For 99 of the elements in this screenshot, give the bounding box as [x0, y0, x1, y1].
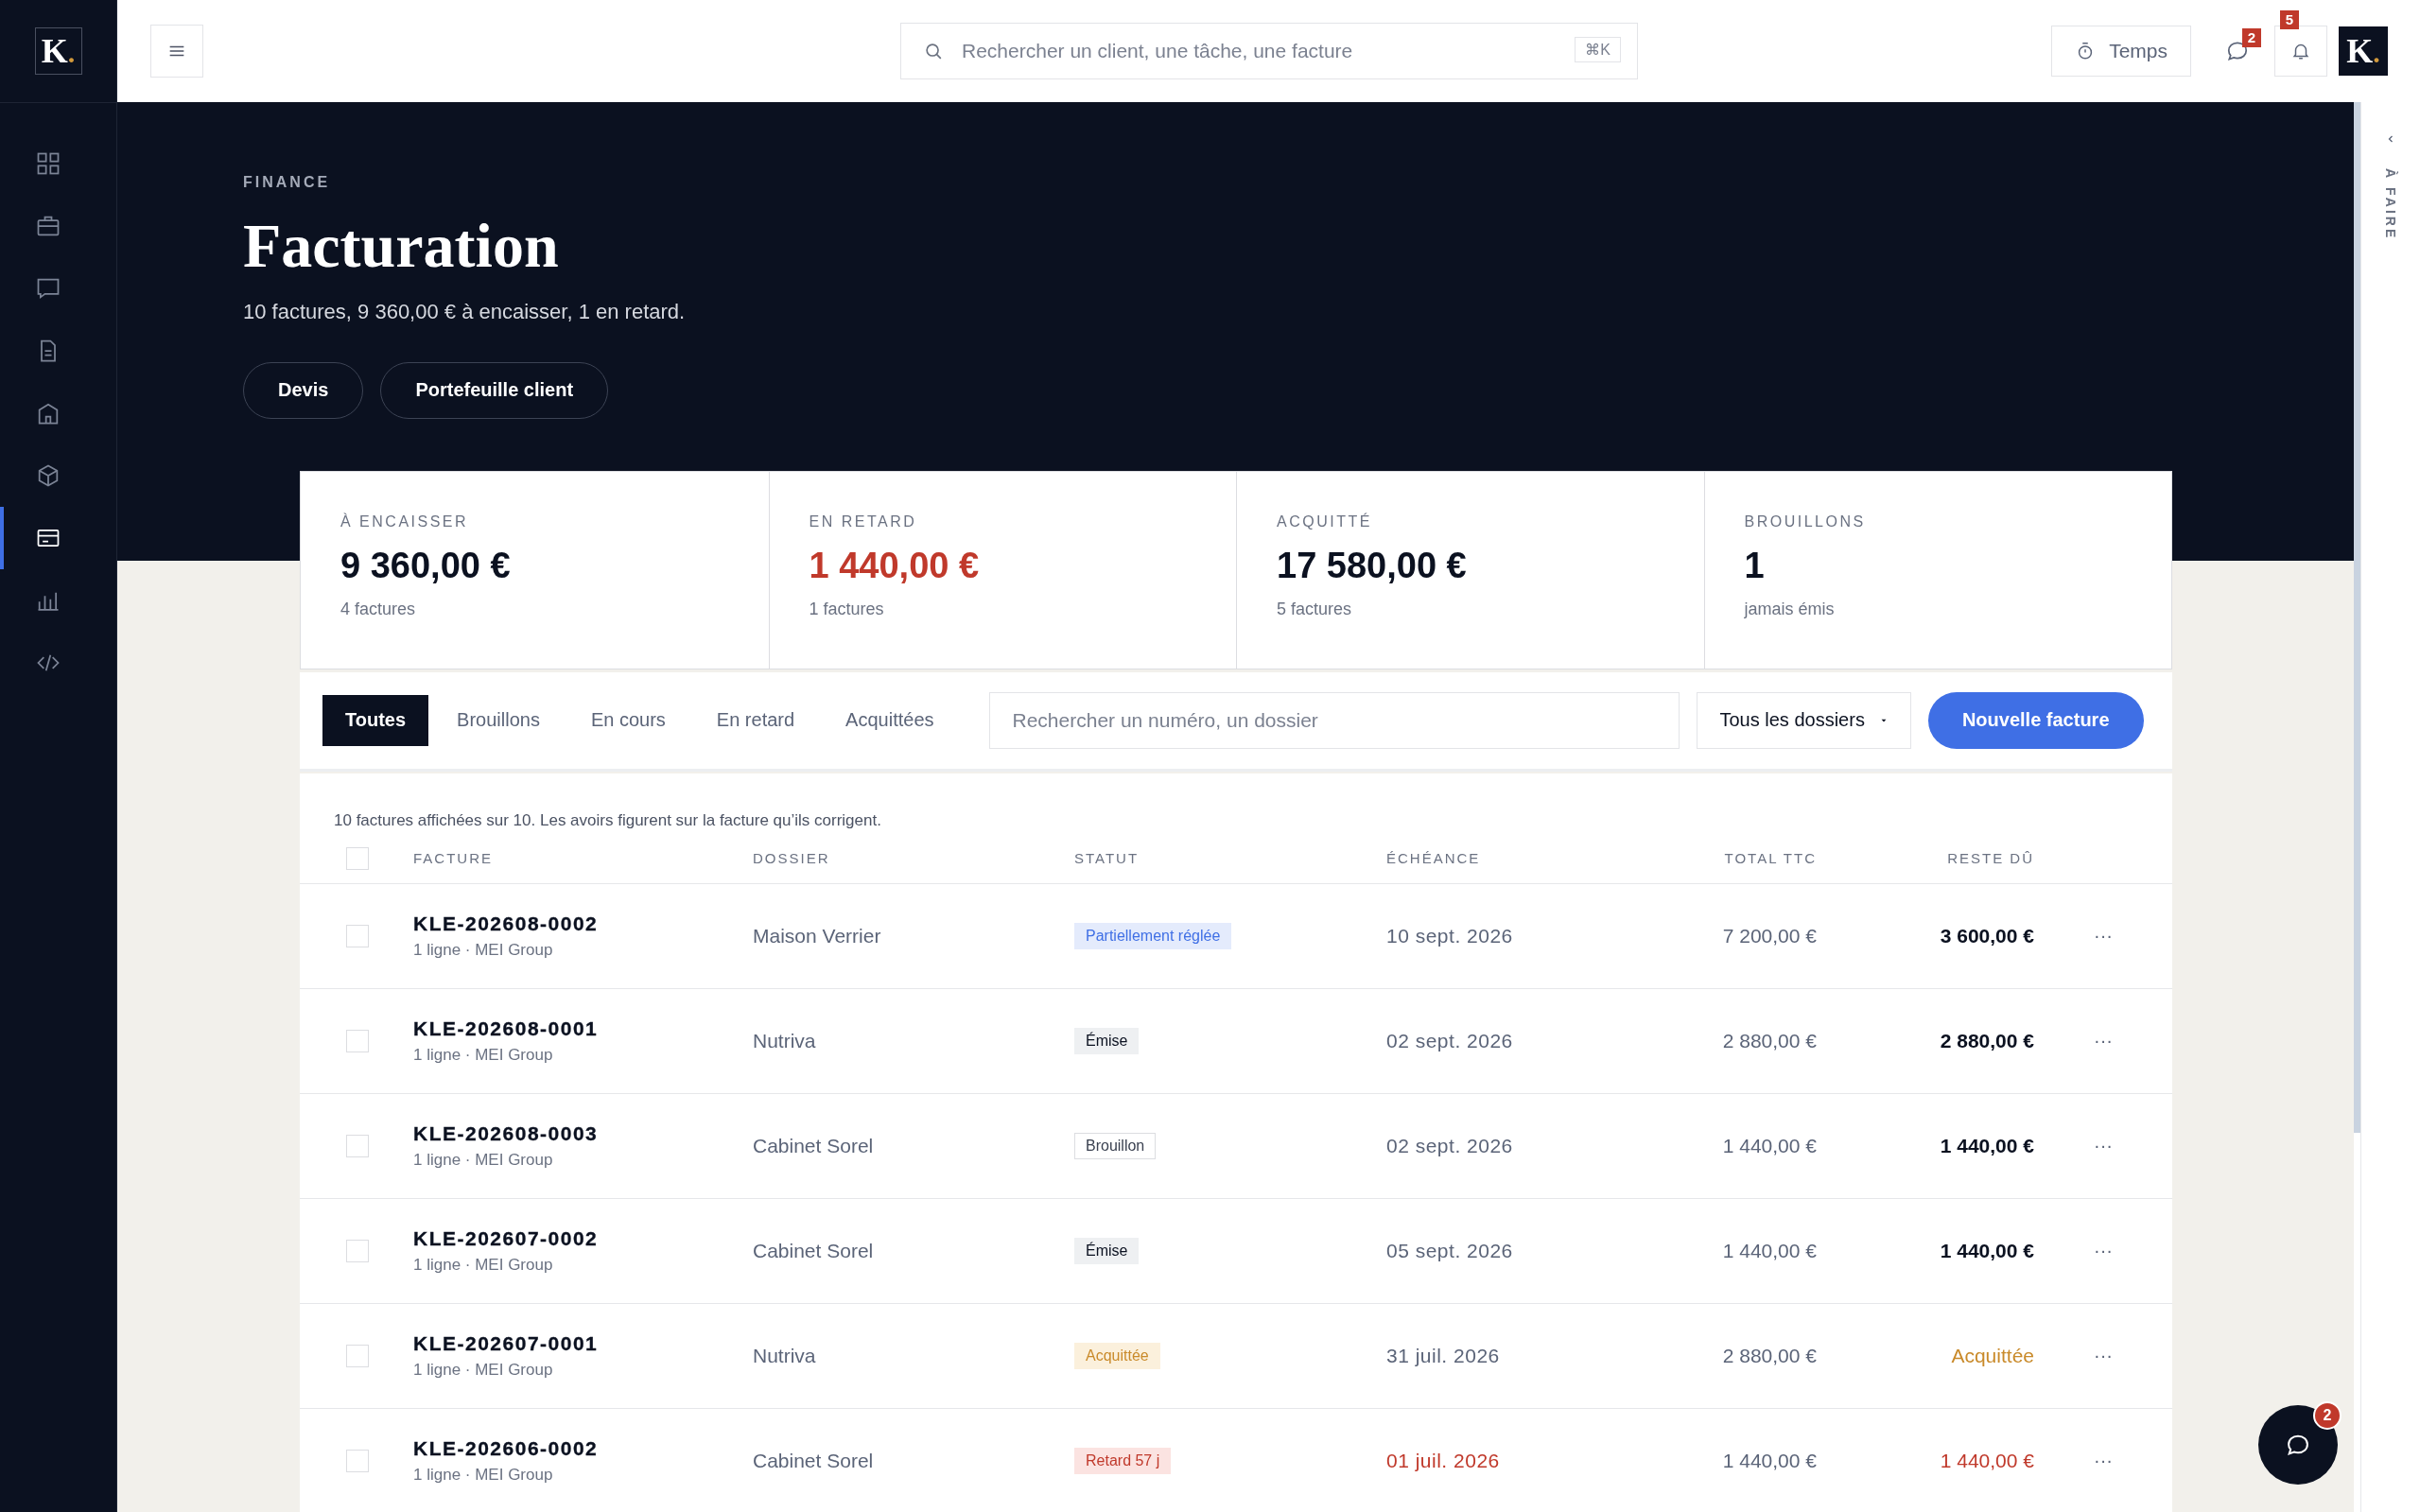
notifications-button[interactable]: [2274, 26, 2327, 77]
more-button[interactable]: ···: [2088, 923, 2118, 949]
menu-button[interactable]: [150, 25, 203, 78]
filter-tab[interactable]: Acquittées: [823, 694, 957, 746]
shortcut-hint: ⌘K: [1575, 37, 1621, 62]
column-header: STATUT: [1074, 850, 1140, 867]
table-cell-text: Cabinet Sorel: [753, 1239, 875, 1262]
table-cell-text: 1 440,00 €: [1721, 1134, 1817, 1157]
table-cell-text: Nutriva: [753, 1029, 817, 1052]
table-cell-text: Maison Verrier: [753, 924, 882, 947]
folder-dropdown[interactable]: Tous les dossiers: [1696, 691, 1911, 749]
filter-tab[interactable]: En retard: [693, 694, 818, 746]
select-all-checkbox[interactable]: [346, 846, 369, 870]
table-cell-text: 1 440,00 €: [1939, 1239, 2034, 1262]
row-checkbox[interactable]: [346, 1344, 369, 1367]
more-button[interactable]: ···: [2088, 1238, 2118, 1264]
stat-label: À ENCAISSER: [340, 513, 470, 530]
invoice-number[interactable]: KLE-202608-0002: [413, 912, 599, 935]
table-cell-text: 10 sept. 2026: [1386, 924, 1514, 947]
page-summary: 10 factures, 9 360,00 € à encaisser, 1 en retard.: [243, 299, 687, 324]
row-checkbox[interactable]: [346, 1239, 369, 1262]
stat-note: jamais émis: [1744, 599, 1836, 619]
stat-value: 1: [1744, 545, 1766, 586]
table-cell-text: Cabinet Sorel: [753, 1134, 875, 1157]
table-caption: 10 factures affichées sur 10. Les avoirs figurent sur la facture qu’ils corrigent.: [333, 809, 882, 831]
more-button[interactable]: ···: [2088, 1028, 2118, 1054]
table-cell-text: 1 440,00 €: [1721, 1239, 1817, 1262]
status-tag: Acquittée: [1074, 1342, 1160, 1369]
stat-value: 9 360,00 €: [340, 545, 512, 586]
column-header: DOSSIER: [753, 850, 831, 867]
stat-note: 5 factures: [1277, 599, 1353, 619]
table-cell-text: 7 200,00 €: [1721, 924, 1817, 947]
table-cell-text: 02 sept. 2026: [1386, 1134, 1514, 1157]
table-cell-text: 1 440,00 €: [1939, 1449, 2034, 1472]
notification-badge: 2: [2313, 1401, 2342, 1430]
stat-value: 17 580,00 €: [1277, 545, 1468, 586]
column-header: ÉCHÉANCE: [1386, 850, 1482, 867]
filter-tab[interactable]: En cours: [567, 694, 688, 746]
table-cell-text: Cabinet Sorel: [753, 1449, 875, 1472]
table-cell-text: Acquittée: [1950, 1344, 2034, 1367]
invoice-meta: 1 ligne · MEI Group: [413, 1465, 553, 1485]
more-button[interactable]: ···: [2088, 1133, 2118, 1159]
stat-label: BROUILLONS: [1744, 513, 1867, 530]
table-cell-text: Nutriva: [753, 1344, 817, 1367]
table-cell-text: 2 880,00 €: [1939, 1029, 2034, 1052]
status-tag: Brouillon: [1074, 1132, 1157, 1159]
panel-title: À FAIRE: [2383, 168, 2398, 241]
table-cell-text: 31 juil. 2026: [1386, 1344, 1501, 1367]
stat-note: 1 factures: [809, 599, 885, 619]
table-cell-text: 3 600,00 €: [1939, 924, 2034, 947]
table-cell-text: 2 880,00 €: [1721, 1029, 1817, 1052]
time-button[interactable]: Temps: [2051, 26, 2191, 77]
column-header: FACTURE: [413, 850, 494, 867]
more-button[interactable]: ···: [2088, 1343, 2118, 1369]
status-tag: Émise: [1074, 1027, 1140, 1054]
search-field[interactable]: Rechercher un numéro, un dossier: [988, 691, 1680, 749]
status-tag: Retard 57 j: [1074, 1447, 1172, 1474]
table-cell-text: 05 sept. 2026: [1386, 1239, 1514, 1262]
column-header: RESTE DÛ: [1946, 850, 2034, 867]
scrollbar[interactable]: [2354, 102, 2360, 1133]
stat-label: ACQUITTÉ: [1277, 513, 1373, 530]
table-cell-text: 1 440,00 €: [1721, 1449, 1817, 1472]
invoice-number[interactable]: KLE-202607-0001: [413, 1331, 599, 1355]
invoice-number[interactable]: KLE-202607-0002: [413, 1226, 599, 1250]
invoice-number[interactable]: KLE-202608-0003: [413, 1121, 599, 1145]
invoice-meta: 1 ligne · MEI Group: [413, 1045, 553, 1065]
new-invoice-button[interactable]: Nouvelle facture: [1927, 691, 2144, 749]
status-tag: Partiellement réglée: [1074, 922, 1232, 949]
status-tag: Émise: [1074, 1237, 1140, 1264]
logo[interactable]: K.: [34, 27, 82, 75]
table-cell-text: 02 sept. 2026: [1386, 1029, 1514, 1052]
column-header: TOTAL TTC: [1723, 850, 1817, 867]
notification-badge: 2: [2241, 28, 2261, 47]
invoice-meta: 1 ligne · MEI Group: [413, 1360, 553, 1380]
row-checkbox[interactable]: [346, 1449, 369, 1472]
invoice-meta: 1 ligne · MEI Group: [413, 1255, 553, 1275]
invoice-meta: 1 ligne · MEI Group: [413, 1150, 553, 1170]
row-checkbox[interactable]: [346, 1134, 369, 1157]
stat-value: 1 440,00 €: [809, 545, 981, 586]
section-label: FINANCE: [243, 174, 332, 191]
filter-tab[interactable]: Toutes: [322, 694, 429, 746]
avatar-logo[interactable]: K.: [2339, 26, 2388, 76]
row-checkbox[interactable]: [346, 1029, 369, 1052]
filter-tab[interactable]: Brouillons: [434, 694, 563, 746]
invoice-number[interactable]: KLE-202608-0001: [413, 1017, 599, 1040]
table-cell-text: 1 440,00 €: [1939, 1134, 2034, 1157]
row-checkbox[interactable]: [346, 924, 369, 947]
page-title: Facturation: [243, 212, 560, 281]
stat-note: 4 factures: [340, 599, 417, 619]
notification-badge: 5: [2279, 10, 2299, 29]
table-cell-text: 2 880,00 €: [1721, 1344, 1817, 1367]
invoice-number[interactable]: KLE-202606-0002: [413, 1436, 599, 1460]
grid-icon: [35, 150, 61, 177]
stat-label: EN RETARD: [809, 513, 918, 530]
more-button[interactable]: ···: [2088, 1448, 2118, 1474]
table-cell-text: 01 juil. 2026: [1386, 1449, 1501, 1472]
search-icon: [923, 41, 944, 61]
chevron-left-icon[interactable]: [2386, 134, 2395, 144]
invoice-meta: 1 ligne · MEI Group: [413, 940, 553, 960]
